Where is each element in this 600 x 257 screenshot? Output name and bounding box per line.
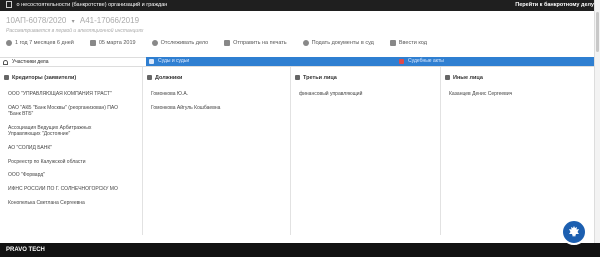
calendar-icon [89,40,96,46]
footer-brand: PRAVO TECH [6,247,45,253]
print-label: Отправить на печать [233,40,287,46]
debtors-header-label: Должники [155,75,183,81]
list-item[interactable]: финансовый управляющий [299,91,362,98]
other-persons-column: Иные лица Казанцев Денис Сергеевич [440,67,595,235]
group-icon [4,75,9,81]
people-icon [295,75,300,81]
eagle-emblem-graphic [569,226,579,237]
creditors-header-label: Кредиторы (заявители) [12,75,77,81]
third-parties-header: Третьи лица [295,75,337,81]
debtors-column: Должники Гомонкова Ю.А. Гомонкова Айгуль… [142,67,291,235]
eye-off-icon [151,40,158,46]
tab-court-acts[interactable]: Судебные акты [396,57,594,66]
list-item[interactable]: "Банк ВТБ" [8,111,118,118]
list-item[interactable]: Гомонкова Айгуль Кошбаевна [151,105,220,112]
participants-panel: Кредиторы (заявители) ООО "УПРАВЛЯЮЩАЯ К… [0,66,594,237]
tab-participants[interactable]: Участники дела [0,57,146,66]
submit-documents-button[interactable]: Подать документы в суд [302,40,374,46]
case-header: 10АП-6078/2020 ▾ А41-17066/2019 [6,16,139,25]
courthouse-icon [149,59,154,64]
vertical-scrollbar[interactable] [594,0,600,243]
list-item[interactable]: Казанцев Денис Сергеевич [449,91,512,98]
enter-code-button[interactable]: Ввести код [389,40,427,46]
creditors-column: Кредиторы (заявители) ООО "УПРАВЛЯЮЩАЯ К… [0,67,142,235]
case-tabs: Участники дела Суды и судьи Судебные акт… [0,57,594,66]
duration-text: 1 год 7 месяцев 6 дней [15,40,74,46]
list-item[interactable]: Конопелька Светлана Сергеевна [8,200,118,207]
top-bar: о несостоятельности (банкротстве) органи… [0,0,600,11]
tab-court-acts-label: Судебные акты [408,58,444,64]
other-persons-header-label: Иные лица [453,75,483,81]
third-parties-column: Третьи лица финансовый управляющий [290,67,441,235]
creditors-header: Кредиторы (заявители) [4,75,76,81]
list-item[interactable]: Управляющих "Достояние" [8,131,118,138]
person-icon [147,75,152,81]
debtors-list: Гомонкова Ю.А. Гомонкова Айгуль Кошбаевн… [151,91,220,118]
date-text: 05 марта 2019 [98,40,136,46]
footer: PRAVO TECH [0,243,600,257]
other-persons-list: Казанцев Денис Сергеевич [449,91,512,105]
tab-courts-judges-label: Суды и судьи [158,58,190,64]
creditors-list: ООО "УПРАВЛЯЮЩАЯ КОМПАНИЯ ТРАСТ" ОАО "АК… [8,91,118,214]
print-button[interactable]: Отправить на печать [224,40,287,46]
unsubscribe-label: Отслеживать дело [160,40,209,46]
document-icon [399,59,404,64]
list-item[interactable]: ООО "Форвард" [8,172,118,179]
printer-icon [224,40,231,46]
list-item[interactable]: ООО "УПРАВЛЯЮЩАЯ КОМПАНИЯ ТРАСТ" [8,91,118,98]
list-item[interactable]: Росреестр по Калужской области [8,159,118,166]
topbar-title-group: о несостоятельности (банкротстве) органи… [6,0,167,11]
tab-courts-judges[interactable]: Суды и судьи [146,57,396,66]
list-item[interactable]: Гомонкова Ю.А. [151,91,220,98]
scrollbar-thumb[interactable] [596,12,599,52]
upload-icon [302,40,309,46]
case-number-appeal[interactable]: 10АП-6078/2020 [6,16,66,25]
case-toolbar: 1 год 7 месяцев 6 дней 05 марта 2019 Отс… [6,38,427,48]
list-item[interactable]: АО "СОЛИД БАНК" [8,145,118,152]
debtors-header: Должники [147,75,182,81]
third-parties-list: финансовый управляющий [299,91,362,105]
person-icon [445,75,450,81]
case-status: Рассматривается в первой и апелляционной… [6,28,144,34]
third-parties-header-label: Третьи лица [303,75,337,81]
date-item: 05 марта 2019 [89,40,136,46]
document-icon [6,1,12,9]
list-item[interactable]: ИФНС РОССИИ ПО Г. СОЛНЕЧНОГОРСКУ МО [8,186,118,193]
enter-code-label: Ввести код [398,40,427,46]
unsubscribe-button[interactable]: Отслеживать дело [151,40,209,46]
tab-participants-label: Участники дела [12,59,49,65]
topbar-title: о несостоятельности (банкротстве) органи… [16,2,168,8]
other-persons-header: Иные лица [445,75,483,81]
clock-icon [6,40,12,46]
case-number-main[interactable]: А41-17066/2019 [80,16,139,25]
eagle-emblem-icon[interactable] [561,219,587,245]
submit-documents-label: Подать документы в суд [311,40,374,46]
user-icon [3,60,8,65]
duration-item: 1 год 7 месяцев 6 дней [6,40,74,46]
go-to-bankruptcy-case-link[interactable]: Перейти к банкротному делу [515,0,594,11]
key-icon [389,40,396,46]
chevron-down-icon[interactable]: ▾ [72,19,75,25]
